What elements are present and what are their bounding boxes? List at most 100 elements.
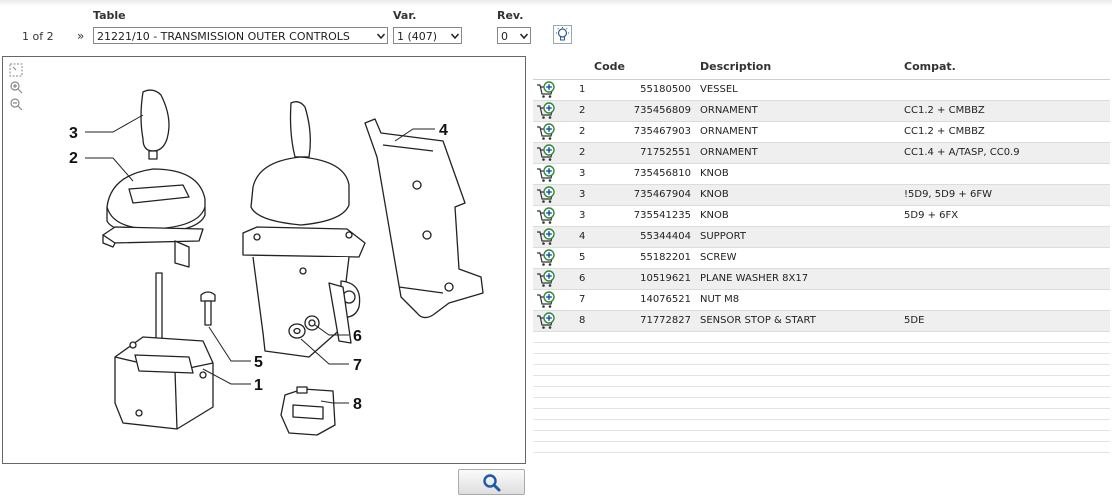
empty-row — [533, 354, 1110, 365]
row-compat: CC1.2 + CMBBZ — [904, 126, 985, 137]
callout-2: 2 — [69, 150, 78, 167]
row-qty: 1 — [579, 84, 586, 95]
callout-8: 8 — [353, 396, 362, 413]
page-info: 1 of 2 — [22, 30, 54, 43]
row-compat: 5DE — [904, 315, 925, 326]
row-code: 71772827 — [640, 315, 691, 326]
table-row: 3 735541235 KNOB 5D9 + 6FX — [533, 206, 1110, 227]
row-code: 735467903 — [633, 126, 691, 137]
table-empty-rows — [533, 332, 1110, 453]
cart-add-icon[interactable] — [536, 102, 556, 120]
table-row: 7 14076521 NUT M8 — [533, 290, 1110, 311]
search-icon — [483, 474, 501, 492]
row-description: ORNAMENT — [700, 105, 758, 116]
knob-part — [140, 89, 170, 152]
row-qty: 7 — [579, 294, 586, 305]
cart-add-icon[interactable] — [536, 186, 556, 204]
row-code: 10519621 — [640, 273, 691, 284]
exploded-diagram-panel[interactable]: 3 2 4 5 1 6 7 8 — [2, 56, 526, 464]
row-description: KNOB — [700, 168, 729, 179]
row-qty: 2 — [579, 126, 586, 137]
row-description: SCREW — [700, 252, 737, 263]
row-code: 735541235 — [633, 210, 691, 221]
table-row: 2 71752551 ORNAMENT CC1.4 + A/TASP, CC0.… — [533, 143, 1110, 164]
chevron-down-icon — [377, 33, 385, 40]
empty-row — [533, 332, 1110, 343]
rev-label: Rev. — [497, 9, 524, 22]
table-row: 2 735467903 ORNAMENT CC1.2 + CMBBZ — [533, 122, 1110, 143]
empty-row — [533, 409, 1110, 420]
hint-button[interactable] — [553, 25, 572, 44]
table-select[interactable]: 21221/10 - TRANSMISSION OUTER CONTROLS — [93, 27, 388, 44]
table-row: 5 55182201 SCREW — [533, 248, 1110, 269]
table-row: 8 71772827 SENSOR STOP & START 5DE — [533, 311, 1110, 332]
callout-3: 3 — [69, 125, 78, 142]
row-description: SUPPORT — [700, 231, 746, 242]
callout-4: 4 — [439, 122, 448, 139]
row-code: 14076521 — [640, 294, 691, 305]
chevron-down-icon — [520, 33, 528, 40]
row-compat: !5D9, 5D9 + 6FW — [904, 189, 992, 200]
row-code: 71752551 — [640, 147, 691, 158]
var-select-value: 1 (407) — [397, 30, 438, 43]
callout-7: 7 — [353, 357, 362, 374]
row-code: 55344404 — [640, 231, 691, 242]
cart-add-icon[interactable] — [536, 312, 556, 330]
row-code: 735467904 — [633, 189, 691, 200]
table-row: 3 735467904 KNOB !5D9, 5D9 + 6FW — [533, 185, 1110, 206]
parts-table: Code Description Compat. 1 55180500 VESS… — [533, 56, 1110, 453]
chevron-down-icon — [451, 33, 459, 40]
row-description: VESSEL — [700, 84, 738, 95]
next-page-button[interactable]: » — [77, 29, 84, 43]
row-qty: 4 — [579, 231, 586, 242]
empty-row — [533, 431, 1110, 442]
table-header: Code Description Compat. — [533, 56, 1110, 80]
table-row: 6 10519621 PLANE WASHER 8X17 — [533, 269, 1110, 290]
row-qty: 6 — [579, 273, 586, 284]
cart-add-icon[interactable] — [536, 207, 556, 225]
lightbulb-icon — [556, 27, 569, 41]
row-qty: 2 — [579, 105, 586, 116]
row-qty: 3 — [579, 168, 586, 179]
row-compat: 5D9 + 6FX — [904, 210, 959, 221]
table-row: 3 735456810 KNOB — [533, 164, 1110, 185]
callout-1: 1 — [254, 377, 263, 394]
rev-select[interactable]: 0 — [497, 27, 531, 44]
table-row: 2 735456809 ORNAMENT CC1.2 + CMBBZ — [533, 101, 1110, 122]
empty-row — [533, 376, 1110, 387]
table-row: 4 55344404 SUPPORT — [533, 227, 1110, 248]
cart-add-icon[interactable] — [536, 291, 556, 309]
search-button[interactable] — [458, 469, 525, 495]
exploded-diagram: 3 2 4 5 1 6 7 8 — [69, 89, 484, 436]
cart-add-icon[interactable] — [536, 165, 556, 183]
empty-row — [533, 387, 1110, 398]
toolbar: Table Var. Rev. 1 of 2 » 21221/10 - TRAN… — [0, 0, 1112, 50]
cart-add-icon[interactable] — [536, 81, 556, 99]
cart-add-icon[interactable] — [536, 228, 556, 246]
row-description: ORNAMENT — [700, 147, 758, 158]
callout-6: 6 — [353, 328, 362, 345]
row-description: NUT M8 — [700, 294, 740, 305]
var-select[interactable]: 1 (407) — [393, 27, 462, 44]
support-part — [364, 118, 484, 319]
row-description: SENSOR STOP & START — [700, 315, 816, 326]
cart-add-icon[interactable] — [536, 270, 556, 288]
row-qty: 8 — [579, 315, 586, 326]
empty-row — [533, 343, 1110, 354]
callout-5: 5 — [254, 354, 263, 371]
empty-row — [533, 420, 1110, 431]
row-description: KNOB — [700, 189, 729, 200]
row-code: 55182201 — [640, 252, 691, 263]
col-compat: Compat. — [904, 60, 956, 73]
col-code: Code — [594, 60, 625, 73]
cart-add-icon[interactable] — [536, 249, 556, 267]
row-description: KNOB — [700, 210, 729, 221]
row-compat: CC1.4 + A/TASP, CC0.9 — [904, 147, 1020, 158]
table-label: Table — [93, 9, 126, 22]
cart-add-icon[interactable] — [536, 144, 556, 162]
cart-add-icon[interactable] — [536, 123, 556, 141]
row-code: 55180500 — [640, 84, 691, 95]
row-code: 735456809 — [633, 105, 691, 116]
rev-select-value: 0 — [501, 30, 508, 43]
col-description: Description — [700, 60, 772, 73]
